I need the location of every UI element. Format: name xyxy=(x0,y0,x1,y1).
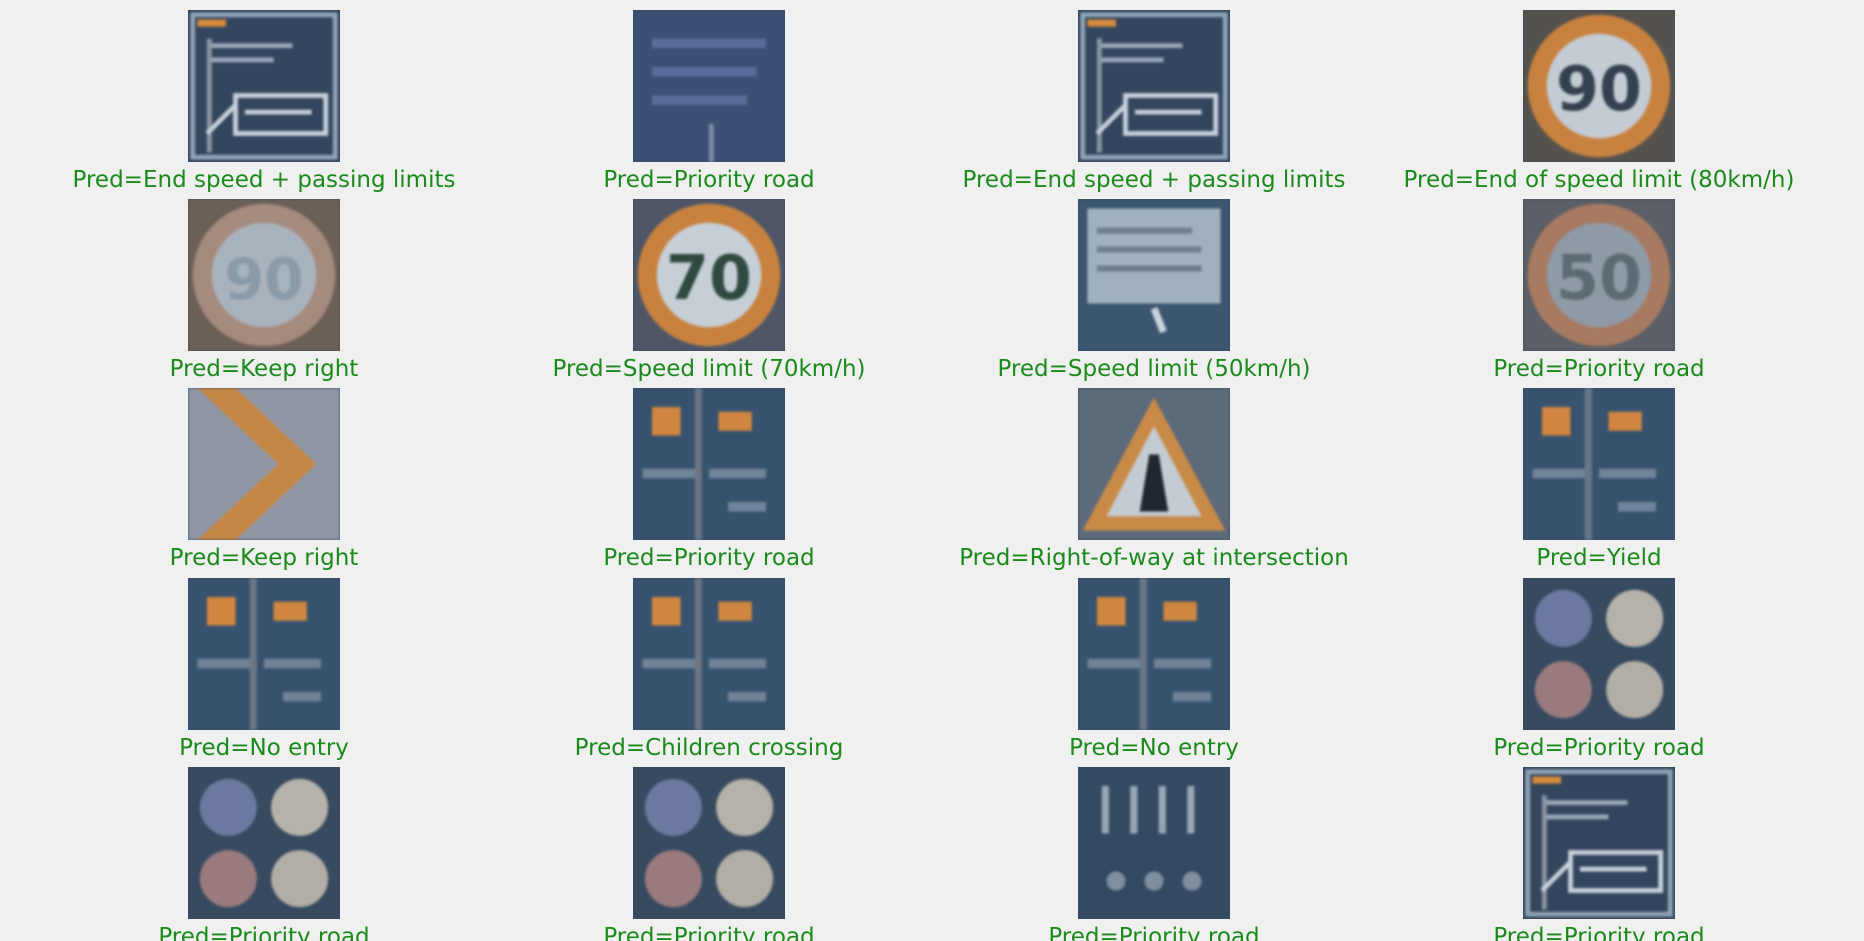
prediction-cell: 70 Pred=Speed limit (70km/h) xyxy=(489,189,929,382)
prediction-grid: Pred=End speed + passing limits Pred=Pri… xyxy=(0,0,1864,941)
chevron-right-icon xyxy=(188,388,340,540)
prediction-cell: Pred=Priority road xyxy=(1379,568,1819,761)
prediction-cell: Pred=Right-of-way at intersection xyxy=(934,378,1374,571)
speed-50-icon: 50 xyxy=(1523,199,1675,351)
prediction-cell: Pred=End speed + passing limits xyxy=(44,0,484,193)
prediction-label: Pred=Priority road xyxy=(1048,924,1260,941)
prediction-cell: Pred=End speed + passing limits xyxy=(934,0,1374,193)
prediction-cell: Pred=Speed limit (50km/h) xyxy=(934,189,1374,382)
four-signs-icon xyxy=(188,767,340,919)
board-icon xyxy=(1078,10,1230,162)
four-signs-icon xyxy=(633,767,785,919)
prediction-cell: Pred=Priority road xyxy=(1379,757,1819,941)
prediction-label: Pred=Priority road xyxy=(1493,924,1705,941)
prediction-cell: Pred=Children crossing xyxy=(489,568,929,761)
prediction-cell: 90 Pred=End of speed limit (80km/h) xyxy=(1379,0,1819,193)
prediction-cell: Pred=Yield xyxy=(1379,378,1819,571)
blurry-circle-icon: 90 xyxy=(188,199,340,351)
prediction-cell: Pred=No entry xyxy=(934,568,1374,761)
prediction-cell: Pred=Priority road xyxy=(489,757,929,941)
speed-90-icon: 90 xyxy=(1523,10,1675,162)
board-icon xyxy=(188,10,340,162)
speed-70-icon: 70 xyxy=(633,199,785,351)
warning-triangle-icon xyxy=(1078,388,1230,540)
blue-panel-icon xyxy=(633,10,785,162)
svg-text:50: 50 xyxy=(1556,242,1642,314)
prediction-label: Pred=Priority road xyxy=(158,924,370,941)
prediction-cell: Pred=Priority road xyxy=(44,757,484,941)
prediction-cell: 50 Pred=Priority road xyxy=(1379,189,1819,382)
prediction-cell: 90 Pred=Keep right xyxy=(44,189,484,382)
highway-panel-icon xyxy=(633,578,785,730)
board-icon xyxy=(1523,767,1675,919)
svg-text:90: 90 xyxy=(1556,53,1642,125)
svg-text:90: 90 xyxy=(224,247,303,313)
prediction-cell: Pred=No entry xyxy=(44,568,484,761)
text-board-icon xyxy=(1078,199,1230,351)
prediction-cell: Pred=Priority road xyxy=(934,757,1374,941)
highway-panel-icon xyxy=(188,578,340,730)
highway-panel-icon xyxy=(1523,388,1675,540)
lane-board-icon xyxy=(1078,767,1230,919)
prediction-cell: Pred=Keep right xyxy=(44,378,484,571)
four-signs-icon xyxy=(1523,578,1675,730)
highway-panel-icon xyxy=(633,388,785,540)
prediction-label: Pred=Priority road xyxy=(603,924,815,941)
prediction-cell: Pred=Priority road xyxy=(489,0,929,193)
prediction-cell: Pred=Priority road xyxy=(489,378,929,571)
highway-panel-icon xyxy=(1078,578,1230,730)
svg-text:70: 70 xyxy=(666,242,752,314)
